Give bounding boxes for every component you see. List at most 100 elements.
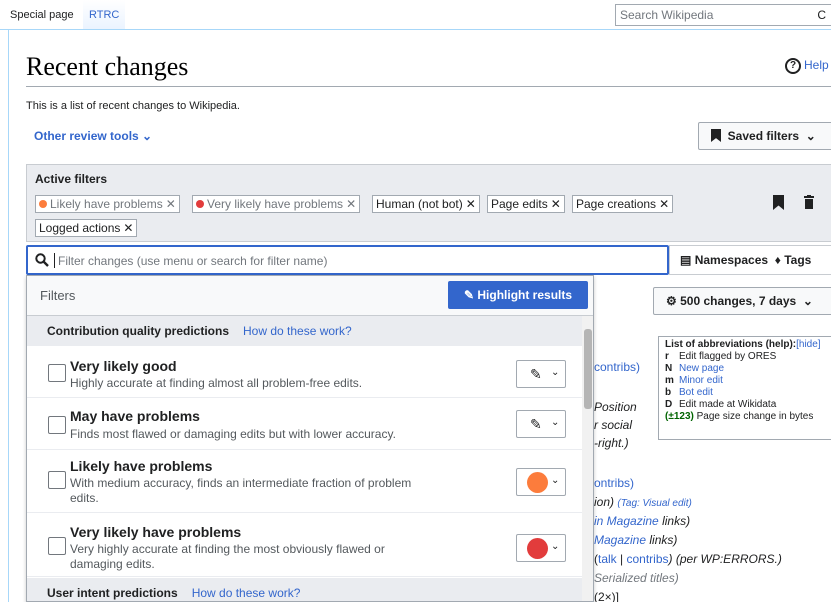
chevron-down-icon: ⌄ [551, 417, 560, 428]
filter-chip-likely-problems[interactable]: Likely have problems ✕ [35, 195, 180, 213]
scrollbar-thumb[interactable] [584, 329, 592, 409]
filter-desc: With medium accuracy, finds an intermedi… [70, 476, 412, 505]
filter-chip-page-edits[interactable]: Page edits ✕ [487, 195, 565, 213]
summary-text: -right.) [594, 436, 629, 450]
bookmark-icon [711, 129, 721, 142]
pencil-icon: ✎ [530, 416, 542, 432]
color-swatch [527, 538, 548, 559]
highlight-color-picker[interactable]: ⌄ [516, 534, 566, 562]
active-filters-box: Active filters Likely have problems ✕ Ver… [26, 164, 831, 242]
group-contribution-quality: Contribution quality predictions How do t… [27, 316, 582, 346]
help-label: Help [804, 58, 829, 73]
title-divider [26, 86, 831, 87]
filter-chip-very-likely-problems[interactable]: Very likely have problems ✕ [192, 195, 361, 213]
namespaces-button[interactable]: ▤ Namespaces [680, 253, 768, 267]
filters-title: Filters [40, 288, 76, 303]
chevron-down-icon: ⌄ [551, 541, 560, 552]
content-border [8, 30, 9, 602]
talk-contribs-links: (talk | contribs) (per WP:ERRORS.) [594, 552, 782, 566]
search-icon[interactable]: C [817, 5, 826, 25]
close-icon[interactable]: ✕ [466, 197, 476, 211]
filter-desc: Highly accurate at finding almost all pr… [70, 376, 363, 390]
abbreviations-legend: List of abbreviations (help):[hide] r Edi… [658, 336, 831, 440]
search-placeholder: Search Wikipedia [620, 8, 714, 22]
close-icon[interactable]: ✕ [166, 197, 176, 211]
filter-item-very-likely-good[interactable]: Very likely good Highly accurate at find… [27, 346, 582, 398]
summary-text: Position [594, 400, 637, 414]
trash-icon[interactable] [804, 195, 814, 209]
chevron-down-icon: ⌄ [805, 129, 816, 143]
legend-hide-link[interactable]: [hide] [796, 339, 820, 350]
tab-rtrc[interactable]: RTRC [83, 0, 126, 30]
contribs-link[interactable]: ontribs) [594, 476, 634, 490]
other-review-tools-link[interactable]: Other review tools ⌄ [34, 129, 152, 143]
chevron-down-icon: ⌄ [551, 475, 560, 486]
pencil-icon: ✎ [463, 288, 475, 302]
search-input[interactable]: Search Wikipedia C [615, 4, 831, 26]
chevron-down-icon: ⌄ [142, 129, 153, 143]
saved-filters-button[interactable]: Saved filters ⌄ [698, 122, 831, 150]
how-do-these-work-link[interactable]: How do these work? [192, 586, 301, 600]
legend-row: b Bot edit [665, 387, 713, 398]
summary-text: Serialized titles) [594, 571, 679, 585]
pencil-icon: ✎ [530, 366, 542, 382]
close-icon[interactable]: ✕ [346, 197, 356, 211]
tag-icon: ♦ [774, 253, 781, 267]
gear-icon: ⚙ [666, 294, 677, 308]
filter-item-likely-have-problems[interactable]: Likely have problems With medium accurac… [27, 450, 582, 513]
filter-chip-human[interactable]: Human (not bot) ✕ [372, 195, 480, 213]
filter-desc: Very highly accurate at finding the most… [70, 542, 385, 571]
group-title: User intent predictions [47, 586, 178, 600]
group-user-intent: User intent predictions How do these work… [27, 578, 582, 601]
active-filters-title: Active filters [35, 172, 108, 186]
namespaces-tags-bar: ▤ Namespaces ♦ Tags [669, 245, 831, 275]
changes-limit-button[interactable]: ⚙ 500 changes, 7 days ⌄ [653, 287, 831, 315]
legend-title: List of abbreviations (help): [665, 339, 797, 350]
highlight-results-button[interactable]: ✎ Highlight results [448, 281, 588, 309]
filter-item-very-likely-have-problems[interactable]: Very likely have problems Very highly ac… [27, 513, 582, 577]
filter-search-input[interactable]: Filter changes (use menu or search for f… [26, 245, 669, 275]
close-icon[interactable]: ✕ [123, 221, 133, 235]
bookmark-icon[interactable] [773, 195, 784, 210]
filter-item-may-have-problems[interactable]: May have problems Finds most flawed or d… [27, 398, 582, 450]
legend-row: D Edit made at Wikidata [665, 399, 777, 410]
highlight-color-picker[interactable]: ⌄ [516, 468, 566, 496]
review-tools-label: Other review tools [34, 129, 139, 143]
filter-name: Very likely have problems [70, 524, 242, 540]
filters-dropdown: Filters ✎ Highlight results Contribution… [26, 275, 594, 602]
help-link[interactable]: ? Help [785, 58, 829, 74]
saved-filters-label: Saved filters [727, 129, 800, 143]
checkbox[interactable] [48, 364, 66, 382]
how-do-these-work-link[interactable]: How do these work? [243, 324, 352, 338]
chip-label: Human (not bot) [376, 197, 463, 211]
help-icon: ? [785, 58, 801, 74]
contribs-link[interactable]: contribs) [594, 360, 640, 374]
checkbox[interactable] [48, 537, 66, 555]
text-caret [54, 253, 55, 268]
summary-text: r social [594, 418, 633, 432]
tab-special-page[interactable]: Special page [4, 0, 80, 30]
top-tab-bar: Special page RTRC Search Wikipedia C [0, 0, 831, 30]
highlight-color-picker[interactable]: ✎ ⌄ [516, 410, 566, 438]
tags-button[interactable]: ♦ Tags [771, 253, 812, 267]
filter-chip-page-creations[interactable]: Page creations ✕ [572, 195, 674, 213]
color-dot [196, 200, 204, 208]
tab-divider [0, 29, 831, 30]
close-icon[interactable]: ✕ [551, 197, 561, 211]
filter-name: Very likely good [70, 358, 177, 374]
filter-name: May have problems [70, 408, 200, 424]
intro-text: This is a list of recent changes to Wiki… [26, 100, 240, 112]
filter-chip-logged-actions[interactable]: Logged actions ✕ [35, 219, 138, 237]
page-title: Recent changes [26, 52, 189, 81]
filter-name: Likely have problems [70, 458, 213, 474]
legend-row: (±123) Page size change in bytes [665, 411, 814, 422]
highlight-color-picker[interactable]: ✎ ⌄ [516, 360, 566, 388]
close-icon[interactable]: ✕ [659, 197, 669, 211]
namespace-icon: ▤ [680, 253, 692, 267]
checkbox[interactable] [48, 416, 66, 434]
legend-row: r Edit flagged by ORES [665, 351, 777, 362]
changes-label: 500 changes, 7 days [680, 294, 797, 308]
filter-desc: Finds most flawed or damaging edits but … [70, 427, 396, 441]
checkbox[interactable] [48, 471, 66, 489]
chip-label: Very likely have problems [207, 197, 344, 211]
